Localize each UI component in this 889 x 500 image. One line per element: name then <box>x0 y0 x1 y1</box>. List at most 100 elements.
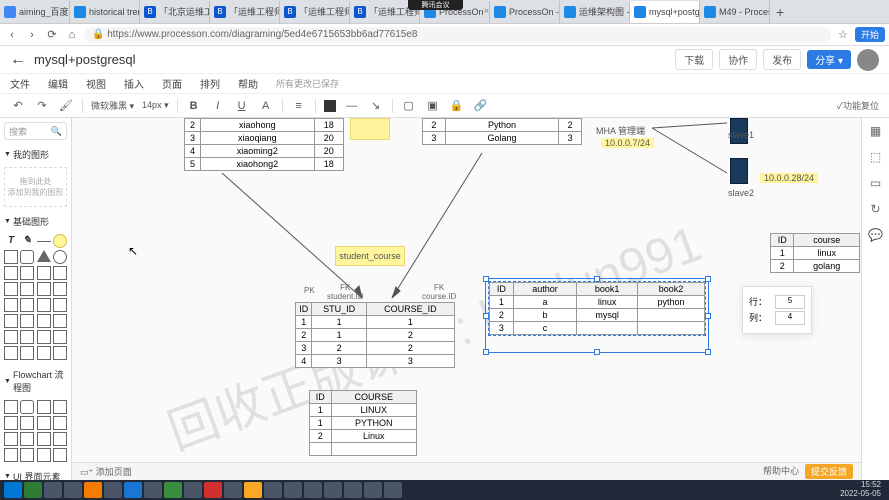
shape-line[interactable] <box>37 234 51 248</box>
home-icon[interactable]: ⌂ <box>64 27 80 43</box>
feedback-button[interactable]: 提交反馈 <box>805 464 853 479</box>
shape[interactable] <box>4 448 18 462</box>
menu-file[interactable]: 文件 <box>10 76 30 91</box>
task-app-icon[interactable] <box>264 482 282 498</box>
publish-button[interactable]: 发布 <box>763 49 801 70</box>
underline-icon[interactable]: U <box>234 98 250 114</box>
document-title[interactable]: mysql+postgresql <box>34 52 136 67</box>
shape[interactable] <box>20 448 34 462</box>
shape[interactable] <box>53 448 67 462</box>
shape[interactable] <box>53 400 67 414</box>
shape[interactable] <box>4 400 18 414</box>
format-icon[interactable]: ⬚ <box>868 150 884 166</box>
shape[interactable] <box>4 282 18 296</box>
student-table[interactable]: 2xiaohong18 3xiaoqiang20 4xiaoming220 5x… <box>184 118 344 171</box>
download-button[interactable]: 下载 <box>675 49 713 70</box>
section-flowchart[interactable]: ▼Flowchart 流程图 <box>4 366 67 396</box>
font-color-icon[interactable]: A <box>258 98 274 114</box>
shape[interactable] <box>53 330 67 344</box>
shape[interactable] <box>4 266 18 280</box>
shape[interactable] <box>53 416 67 430</box>
shape[interactable] <box>37 314 51 328</box>
language-table[interactable]: 2Python2 3Golang3 <box>422 118 582 145</box>
slave2-node[interactable] <box>730 158 748 184</box>
browser-tab[interactable]: 运维架构图 - Pro...× <box>560 1 630 23</box>
undo-icon[interactable]: ↶ <box>10 98 26 114</box>
course-table[interactable]: IDCOURSE 1LINUX 1PYTHON 2Linux <box>309 390 417 456</box>
shape[interactable] <box>4 432 18 446</box>
shape-note[interactable]: ✎ <box>20 234 34 248</box>
shape[interactable] <box>20 346 34 360</box>
nav-back-icon[interactable]: ‹ <box>4 27 20 43</box>
task-app-icon[interactable] <box>364 482 382 498</box>
shape[interactable] <box>37 346 51 360</box>
shape[interactable] <box>4 330 18 344</box>
col-spinner[interactable]: 4 <box>775 311 805 325</box>
new-tab-button[interactable]: + <box>770 4 790 20</box>
shape[interactable] <box>20 298 34 312</box>
menu-arrange[interactable]: 排列 <box>200 76 220 91</box>
menu-page[interactable]: 页面 <box>162 76 182 91</box>
shape[interactable] <box>53 432 67 446</box>
add-page-button[interactable]: ▭⁺ 添加页面 <box>80 465 132 478</box>
shape-text[interactable]: T <box>4 234 18 248</box>
start-button[interactable]: 开始 <box>855 27 885 42</box>
section-ui[interactable]: ▼UI 界面元素 <box>4 468 67 480</box>
shape[interactable] <box>20 314 34 328</box>
menu-help[interactable]: 帮助 <box>238 76 258 91</box>
shape[interactable] <box>53 314 67 328</box>
menu-view[interactable]: 视图 <box>86 76 106 91</box>
back-arrow-icon[interactable]: ← <box>10 51 26 69</box>
section-my-shapes[interactable]: ▼我的图形 <box>4 146 67 163</box>
connector-icon[interactable]: ↘ <box>368 98 384 114</box>
shape-triangle[interactable] <box>37 250 51 262</box>
font-select[interactable]: 微软雅黑 ▾ <box>91 99 134 112</box>
fill-color-icon[interactable] <box>324 100 336 112</box>
collab-button[interactable]: 协作 <box>719 49 757 70</box>
browser-tab[interactable]: B「北京运维工程师...× <box>140 1 210 23</box>
reload-icon[interactable]: ⟳ <box>44 27 60 43</box>
task-app-icon[interactable] <box>244 482 262 498</box>
shape[interactable] <box>53 266 67 280</box>
shape[interactable] <box>20 400 34 414</box>
shape-circle[interactable] <box>53 250 67 264</box>
shape[interactable] <box>37 282 51 296</box>
shape[interactable] <box>37 330 51 344</box>
close-icon[interactable]: × <box>484 6 490 17</box>
course-small-table[interactable]: IDcourse 1linux 2golang <box>770 233 860 273</box>
shape[interactable] <box>4 314 18 328</box>
task-app-icon[interactable] <box>224 482 242 498</box>
browser-tab[interactable]: ProcessOn - 我的...× <box>490 1 560 23</box>
search-input[interactable]: 搜索🔍 <box>4 122 67 140</box>
task-app-icon[interactable] <box>344 482 362 498</box>
shape[interactable] <box>53 346 67 360</box>
align-icon[interactable]: ≡ <box>291 98 307 114</box>
task-app-icon[interactable] <box>164 482 182 498</box>
shape[interactable] <box>20 330 34 344</box>
browser-tab[interactable]: B「运维工程师招聘...× <box>280 1 350 23</box>
sticky-student-course[interactable]: student_course <box>335 246 405 266</box>
shape[interactable] <box>20 282 34 296</box>
size-select[interactable]: 14px ▾ <box>142 100 169 111</box>
task-app-icon[interactable] <box>84 482 102 498</box>
task-app-icon[interactable] <box>44 482 62 498</box>
browser-tab[interactable]: B「运维工程师招聘...× <box>210 1 280 23</box>
shape[interactable] <box>37 298 51 312</box>
task-app-icon[interactable] <box>24 482 42 498</box>
bold-icon[interactable]: B <box>186 98 202 114</box>
task-app-icon[interactable] <box>304 482 322 498</box>
shape[interactable] <box>4 346 18 360</box>
share-button[interactable]: 分享 ▾ <box>807 50 851 69</box>
menu-edit[interactable]: 编辑 <box>48 76 68 91</box>
browser-tab[interactable]: M49 - ProcessOn× <box>700 1 770 23</box>
clock[interactable]: 15:522022-05-05 <box>840 481 885 499</box>
navigator-icon[interactable]: ▦ <box>868 124 884 140</box>
nav-forward-icon[interactable]: › <box>24 27 40 43</box>
page-icon[interactable]: ▭ <box>868 176 884 192</box>
canvas[interactable]: 回收正版课+v: kunlun991 2xiaohong18 3xiaoqian… <box>72 118 861 480</box>
task-app-icon[interactable] <box>104 482 122 498</box>
favorite-icon[interactable]: ☆ <box>835 27 851 43</box>
task-app-icon[interactable] <box>284 482 302 498</box>
shape[interactable] <box>20 266 34 280</box>
redo-icon[interactable]: ↷ <box>34 98 50 114</box>
